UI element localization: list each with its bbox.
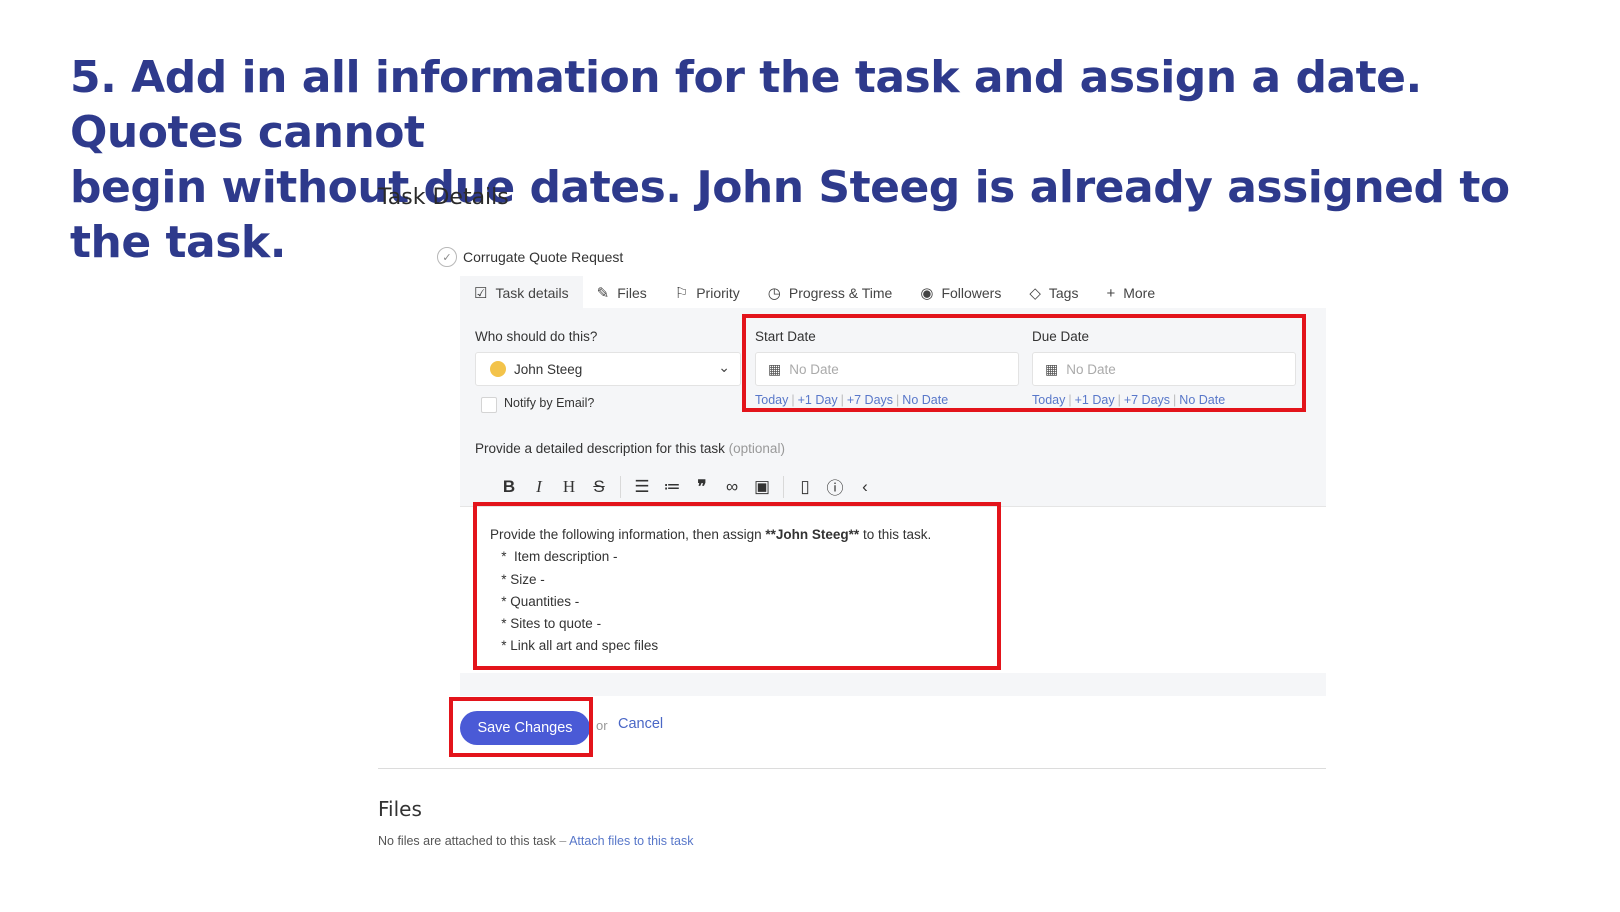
description-label-text: Provide a detailed description for this … [475,441,725,456]
description-highlight-box [473,502,1001,670]
tab-task-details[interactable]: ☑ Task details [460,276,583,310]
eye-icon: ◉ [920,285,934,302]
task-complete-icon[interactable]: ✓ [437,247,457,267]
checkbox-icon: ☑ [474,285,488,302]
tab-label: Files [617,285,647,301]
chevron-down-icon: ⌄ [718,359,730,375]
toolbar-divider [620,475,621,498]
tab-followers[interactable]: ◉ Followers [906,276,1015,310]
files-empty-line: No files are attached to this task – Att… [378,834,693,848]
or-text: or [596,718,608,733]
save-highlight-box [449,697,593,757]
document-icon[interactable]: ▯ [790,477,820,497]
editor-toolbar: B I H S ☰ ≔ ❞ ∞ ▣ ▯ ⓘ ‹ [494,474,880,499]
tab-priority[interactable]: ⚐ Priority [661,276,754,310]
quote-icon[interactable]: ❞ [687,477,717,497]
tab-progress-time[interactable]: ◷ Progress & Time [754,276,907,310]
files-dash: – [555,834,570,848]
chevron-left-icon[interactable]: ‹ [850,477,880,497]
task-row: ✓ Corrugate Quote Request [437,247,623,267]
help-icon[interactable]: ⓘ [820,474,850,499]
toolbar-divider [783,475,784,498]
tab-label: Task details [495,285,569,301]
tag-icon: ◇ [1029,285,1041,302]
bold-icon[interactable]: B [494,477,524,497]
clock-icon: ◷ [767,285,781,302]
optional-hint: (optional) [728,441,785,456]
files-empty-text: No files are attached to this task [378,834,556,848]
heading-icon[interactable]: H [554,477,584,497]
flag-icon: ⚐ [674,285,689,302]
task-tabs: ☑ Task details ✎ Files ⚐ Priority ◷ Prog… [460,276,1169,310]
unordered-list-icon[interactable]: ≔ [657,477,687,497]
dates-highlight-box [742,314,1306,412]
paperclip-icon: ✎ [596,285,610,302]
tab-label: Tags [1048,285,1079,301]
ordered-list-icon[interactable]: ☰ [627,477,657,497]
plus-icon: + [1106,284,1116,302]
cancel-link[interactable]: Cancel [618,716,663,732]
notify-email-checkbox[interactable] [481,397,497,413]
tab-more[interactable]: + More [1092,276,1169,310]
strikethrough-icon[interactable]: S [584,477,614,497]
tab-tags[interactable]: ◇ Tags [1015,276,1092,310]
link-icon[interactable]: ∞ [717,477,747,497]
attach-files-link[interactable]: Attach files to this task [569,834,693,848]
tab-files[interactable]: ✎ Files [583,276,661,310]
avatar [490,361,506,377]
description-label: Provide a detailed description for this … [475,441,785,456]
tab-label: Progress & Time [788,285,893,301]
tab-label: Priority [696,285,740,301]
headline-line-1: 5. Add in all information for the task a… [70,52,1422,158]
tab-label: Followers [941,285,1002,301]
image-icon[interactable]: ▣ [747,477,777,497]
notify-email-label: Notify by Email? [504,396,595,410]
assignee-value: John Steeg [514,361,583,377]
headline-line-2: begin without due dates. John Steeg is a… [70,162,1510,268]
section-divider [378,768,1326,769]
italic-icon[interactable]: I [524,477,554,497]
assignee-select[interactable]: John Steeg ⌄ [475,352,741,386]
tab-label: More [1123,285,1156,301]
instruction-headline: 5. Add in all information for the task a… [70,50,1570,270]
files-title: Files [378,797,422,821]
section-title: Task Details [378,185,509,210]
task-name: Corrugate Quote Request [463,249,624,265]
assignee-label: Who should do this? [475,329,598,344]
